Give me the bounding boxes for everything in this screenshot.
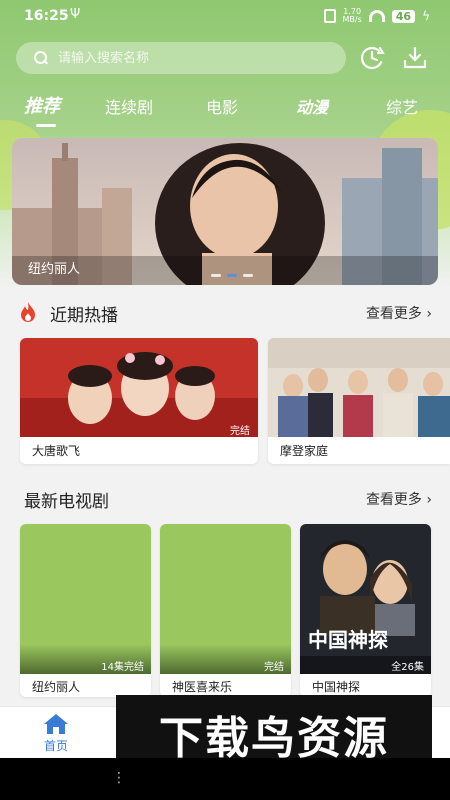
hot-poster-image [20, 338, 258, 437]
tv-section-title: 最新电视剧 [24, 492, 109, 512]
search-input[interactable] [58, 50, 318, 66]
status-time: 16:25 [24, 8, 69, 24]
hot-more-link[interactable]: 查看更多 › [366, 303, 432, 323]
category-tabs: 推荐 连续剧 电影 动漫 综艺 [0, 88, 450, 128]
hot-badge: 完结 [230, 426, 250, 437]
tv-more-label: 查看更多 [365, 492, 422, 508]
tv-card[interactable]: 中国神探 全26集 中国神探 [300, 524, 431, 697]
hot-title: 摩登家庭 [280, 444, 329, 458]
nav-home[interactable]: 首页 [28, 713, 84, 754]
tab-variety[interactable]: 综艺 [386, 94, 418, 118]
nav-home-label: 首页 [43, 739, 68, 753]
hot-poster-image [268, 338, 450, 437]
tv-badge: 全26集 [391, 662, 424, 673]
tv-more-link[interactable]: 查看更多 › [366, 489, 432, 509]
featured-banner[interactable]: 纽约丽人 [12, 138, 438, 285]
hot-title: 大唐歌飞 [32, 444, 81, 458]
tab-series[interactable]: 连续剧 [105, 94, 153, 118]
wifi-icon [368, 10, 385, 22]
download-icon[interactable] [401, 45, 429, 71]
tv-title: 神医喜来乐 [172, 680, 233, 694]
vibrate-icon [323, 9, 336, 23]
tv-poster-placeholder [20, 524, 151, 674]
hot-section-header: 近期热播 查看更多 › [0, 298, 450, 328]
search-icon [34, 51, 48, 65]
tv-badge: 14集完结 [101, 662, 144, 673]
tv-title: 纽约丽人 [32, 680, 81, 694]
hot-card[interactable]: 完结 大唐歌飞 [20, 338, 258, 464]
tab-indicator [36, 124, 56, 127]
battery-level: 46 [391, 9, 416, 23]
hot-more-label: 查看更多 [365, 306, 422, 322]
banner-dot[interactable] [211, 274, 221, 277]
watermark-text: 下载鸟资源 [159, 713, 389, 764]
tv-badge: 完结 [264, 662, 284, 673]
charging-icon: ϟ [422, 9, 430, 23]
status-bar: 16:25 Ψ 1.70 MB/s 46 ϟ [0, 0, 450, 34]
banner-pagination [211, 274, 253, 277]
usb-icon: Ψ [70, 7, 81, 22]
system-navigation-bar: ⋮ [0, 758, 450, 800]
network-speed-unit: MB/s [342, 15, 362, 24]
menu-icon[interactable]: ⋮ [112, 770, 126, 786]
home-icon [44, 714, 68, 734]
banner-caption: 纽约丽人 [28, 262, 81, 277]
tab-anime[interactable]: 动漫 [296, 94, 328, 118]
fire-icon [21, 302, 35, 322]
tv-section-header: 最新电视剧 查看更多 › [0, 484, 450, 514]
hot-section-title: 近期热播 [50, 306, 118, 326]
banner-dot-active[interactable] [227, 274, 237, 277]
network-speed: 1.70 MB/s [343, 8, 362, 24]
tv-poster-placeholder [160, 524, 291, 674]
hot-card[interactable]: 摩登家庭 [268, 338, 450, 464]
banner-dot[interactable] [243, 274, 253, 277]
tv-card[interactable]: 14集完结 纽约丽人 [20, 524, 151, 697]
history-icon[interactable] [359, 45, 387, 71]
tv-card[interactable]: 完结 神医喜来乐 [160, 524, 291, 697]
tab-movies[interactable]: 电影 [206, 94, 238, 118]
tab-recommend[interactable]: 推荐 [24, 92, 60, 118]
tv-poster-title: 中国神探 [308, 628, 388, 652]
search-bar[interactable] [16, 42, 346, 74]
tv-title: 中国神探 [312, 680, 361, 694]
